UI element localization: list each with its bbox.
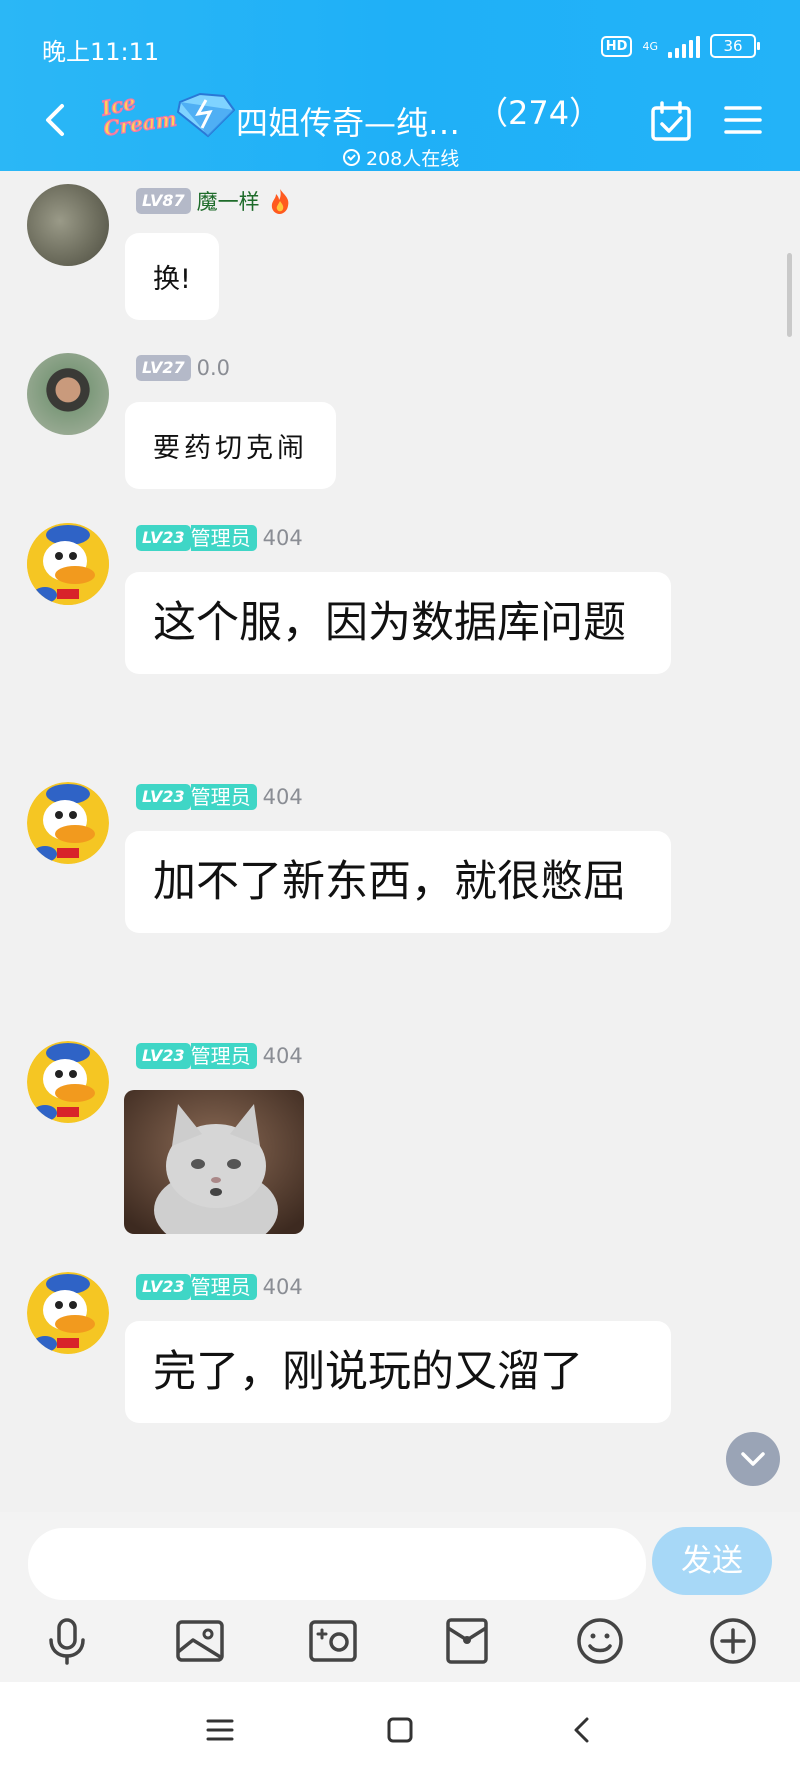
scrollbar-thumb[interactable] — [787, 253, 792, 337]
level-badge: LV23 — [136, 525, 191, 551]
message-bubble[interactable]: 完了，刚说玩的又溜了 — [125, 1321, 671, 1423]
sender-name[interactable]: 404 — [263, 1044, 303, 1068]
avatar[interactable] — [27, 1041, 109, 1123]
back-icon[interactable] — [565, 1712, 601, 1748]
avatar[interactable] — [27, 353, 109, 435]
group-title[interactable]: 四姐传奇—纯… — [236, 98, 460, 144]
image-icon[interactable] — [175, 1616, 225, 1666]
level-badge: LV87 — [136, 188, 191, 214]
sender-row: LV23 管理员 404 — [136, 525, 303, 551]
cat-icon — [124, 1090, 304, 1234]
home-icon[interactable] — [382, 1712, 418, 1748]
message-input[interactable] — [28, 1528, 646, 1600]
sender-row: LV23 管理员 404 — [136, 1274, 303, 1300]
chevron-down-icon — [741, 1452, 765, 1466]
input-area: 发送 — [0, 1512, 800, 1682]
status-icons: HD 4G 36 — [600, 34, 760, 58]
sender-name[interactable]: 魔一样 — [197, 186, 260, 216]
send-button[interactable]: 发送 — [652, 1527, 772, 1595]
donald-duck-icon — [27, 523, 109, 605]
ice-cream-logo-icon: Ice Cream — [98, 89, 236, 141]
hd-icon: HD — [600, 35, 633, 57]
level-badge: LV23 — [136, 784, 191, 810]
camera-icon[interactable] — [308, 1616, 358, 1666]
chat-header: 晚上11:11 HD 4G 36 Ice Cream 四姐传奇—纯… （274）… — [0, 0, 800, 171]
donald-duck-icon — [27, 1272, 109, 1354]
avatar[interactable] — [27, 523, 109, 605]
microphone-icon[interactable] — [42, 1616, 92, 1666]
sender-name[interactable]: 404 — [263, 1275, 303, 1299]
back-arrow-icon[interactable] — [42, 100, 68, 140]
admin-badge: 管理员 — [190, 1274, 257, 1300]
avatar[interactable] — [27, 184, 109, 266]
level-badge: LV27 — [136, 355, 191, 381]
message-bubble[interactable]: 换! — [125, 233, 219, 320]
fire-icon — [271, 189, 289, 214]
donald-duck-icon — [27, 1041, 109, 1123]
signal-icon — [668, 34, 700, 58]
message-bubble[interactable]: 加不了新东西，就很憋屈 — [125, 831, 671, 933]
menu-icon[interactable] — [202, 1712, 238, 1748]
sender-name[interactable]: 404 — [263, 785, 303, 809]
cat-sticker-image[interactable] — [124, 1090, 304, 1234]
scroll-to-bottom-button[interactable] — [726, 1432, 780, 1486]
hamburger-menu-icon[interactable] — [724, 104, 762, 136]
emoji-icon[interactable] — [575, 1616, 625, 1666]
admin-badge: 管理员 — [190, 525, 257, 551]
admin-badge: 管理员 — [190, 784, 257, 810]
message-bubble[interactable]: 这个服，因为数据库问题 — [125, 572, 671, 674]
sender-name[interactable]: 0.0 — [197, 356, 230, 380]
message-bubble[interactable]: 要药切克闹 — [125, 402, 336, 489]
online-count: 208人在线 — [366, 148, 460, 170]
battery-icon: 36 — [710, 34, 760, 58]
member-count: （274） — [476, 94, 602, 132]
network-type: 4G — [642, 39, 658, 53]
sender-row: LV27 0.0 — [136, 355, 230, 381]
level-badge: LV23 — [136, 1274, 191, 1300]
plus-icon[interactable] — [708, 1616, 758, 1666]
red-packet-icon[interactable] — [442, 1616, 492, 1666]
sender-row: LV23 管理员 404 — [136, 784, 303, 810]
calendar-check-icon[interactable] — [650, 100, 692, 142]
sender-name[interactable]: 404 — [263, 526, 303, 550]
level-badge: LV23 — [136, 1043, 191, 1069]
system-nav-bar — [0, 1682, 800, 1778]
avatar[interactable] — [27, 782, 109, 864]
donald-duck-icon — [27, 782, 109, 864]
avatar[interactable] — [27, 1272, 109, 1354]
admin-badge: 管理员 — [190, 1043, 257, 1069]
status-time: 晚上11:11 — [42, 38, 160, 66]
group-logo: Ice Cream — [98, 88, 236, 141]
online-status: 208人在线 — [343, 144, 459, 171]
sender-row: LV23 管理员 404 — [136, 1043, 303, 1069]
online-check-icon — [343, 149, 360, 166]
sender-row: LV87 魔一样 — [136, 186, 294, 216]
